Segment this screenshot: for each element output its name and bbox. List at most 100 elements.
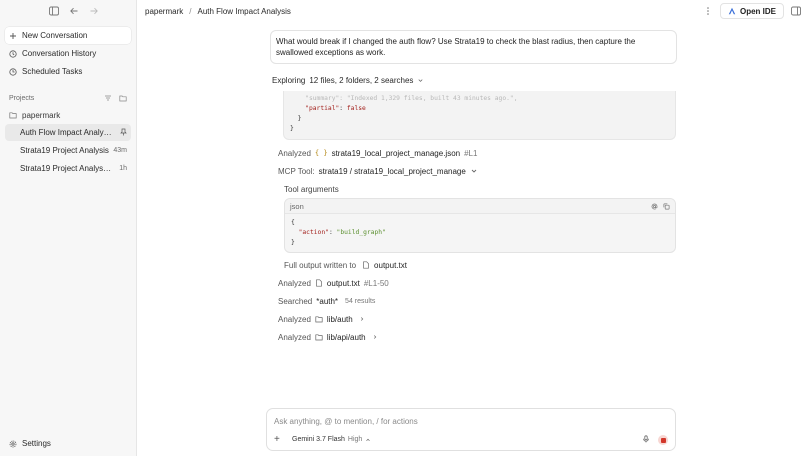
chevron-up-icon	[366, 438, 371, 441]
topbar: papermark / Auth Flow Impact Analysis Op…	[138, 0, 806, 22]
sidebar: New Conversation Conversation History Sc…	[0, 0, 137, 456]
code-language: json	[290, 201, 304, 211]
mcp-tool-name: strata19 / strata19_local_project_manage	[318, 166, 466, 176]
stop-icon	[660, 437, 666, 443]
projects-header: Projects	[9, 93, 127, 103]
project-name: papermark	[22, 110, 61, 120]
new-conversation-button[interactable]: New Conversation	[5, 27, 131, 44]
sidebar-toolbar	[0, 0, 136, 22]
code-output-block: "summary": "Indexed 1,329 files, built 4…	[283, 91, 676, 140]
analyzed-label: Analyzed	[278, 278, 311, 288]
chat-input-box[interactable]: Ask anything, @ to mention, / for action…	[266, 408, 676, 451]
analyzed-row[interactable]: Analyzed { } strata19_local_project_mana…	[278, 144, 677, 162]
main-panel: papermark / Auth Flow Impact Analysis Op…	[138, 0, 806, 456]
conversation-item[interactable]: Auth Flow Impact Analysis	[5, 124, 131, 141]
new-conversation-label: New Conversation	[22, 31, 88, 40]
breadcrumb-separator: /	[189, 6, 192, 16]
model-name: Gemini 3.7 Flash	[292, 436, 345, 443]
code-block-body: { "action": "build_graph" }	[291, 219, 386, 246]
clock-icon	[9, 67, 17, 76]
mcp-tool-row[interactable]: MCP Tool: strata19 / strata19_local_proj…	[278, 162, 677, 180]
analyzed-folder[interactable]: lib/api/auth	[327, 333, 366, 342]
folder-icon	[9, 112, 17, 119]
full-output-row[interactable]: Full output written to output.txt	[284, 256, 677, 274]
model-level: High	[347, 436, 363, 443]
exploring-label: Exploring	[272, 76, 306, 85]
scheduled-tasks-label: Scheduled Tasks	[22, 67, 83, 76]
file-icon	[363, 261, 369, 269]
history-icon	[9, 49, 17, 58]
add-attachment-icon[interactable]: +	[274, 434, 284, 445]
pin-icon[interactable]	[119, 128, 127, 138]
full-output-label: Full output written to	[284, 260, 357, 270]
analyzed-row[interactable]: Analyzed output.txt #L1-50	[278, 274, 677, 292]
exploring-detail: 12 files, 2 folders, 2 searches	[309, 76, 414, 85]
analyzed-file-ref: #L1	[464, 148, 478, 158]
breadcrumb-title: Auth Flow Impact Analysis	[197, 6, 291, 16]
conversation-time: 43m	[113, 147, 127, 154]
code-key-summary: "summary"	[305, 95, 340, 102]
settings-label: Settings	[22, 439, 51, 448]
analyzed-file[interactable]: output.txt	[327, 279, 360, 288]
code-key-partial: "partial"	[305, 105, 340, 112]
chevron-right-icon	[373, 335, 376, 339]
model-selector[interactable]: Gemini 3.7 Flash High	[292, 436, 371, 443]
filter-icon[interactable]	[104, 94, 112, 102]
conversation-title: Strata19 Project Analysis	[20, 146, 109, 155]
user-message: What would break if I changed the auth f…	[270, 30, 677, 64]
searched-row[interactable]: Searched *auth* 54 results	[278, 292, 677, 310]
copy-icon[interactable]	[663, 203, 670, 210]
exploring-row[interactable]: Exploring 12 files, 2 folders, 2 searche…	[270, 76, 677, 85]
conversation-history-label: Conversation History	[22, 49, 97, 58]
conversation-content: What would break if I changed the auth f…	[270, 30, 677, 346]
forward-arrow-icon[interactable]	[88, 5, 100, 17]
project-folder[interactable]: papermark	[0, 107, 136, 123]
searched-query: *auth*	[316, 296, 339, 306]
chevron-down-icon	[418, 79, 423, 82]
conversation-title: Auth Flow Impact Analysis	[20, 128, 112, 137]
toggle-sidebar-icon[interactable]	[48, 5, 60, 17]
chat-input-placeholder[interactable]: Ask anything, @ to mention, / for action…	[274, 417, 418, 426]
searched-label: Searched	[278, 296, 313, 306]
open-ide-label: Open IDE	[739, 6, 776, 16]
folder-icon	[315, 316, 323, 323]
at-icon[interactable]	[651, 203, 658, 210]
ide-logo-icon	[728, 7, 736, 15]
microphone-icon[interactable]	[642, 435, 650, 445]
analyzed-label: Analyzed	[278, 332, 311, 342]
scheduled-tasks-button[interactable]: Scheduled Tasks	[5, 63, 131, 80]
more-options-icon[interactable]	[702, 5, 714, 17]
json-file-icon: { }	[314, 149, 328, 157]
projects-label: Projects	[9, 94, 35, 102]
breadcrumb-project[interactable]: papermark	[145, 7, 183, 16]
searched-count: 54 results	[345, 297, 376, 305]
mcp-tool-label: MCP Tool:	[278, 166, 315, 176]
analyzed-row[interactable]: Analyzed lib/api/auth	[278, 328, 677, 346]
analyzed-row[interactable]: Analyzed lib/auth	[278, 310, 677, 328]
gear-icon	[9, 440, 17, 447]
tool-arguments-label: Tool arguments	[284, 184, 339, 194]
code-val-summary: "Indexed 1,329 files, built 43 minutes a…	[346, 95, 514, 102]
chevron-right-icon	[360, 317, 363, 321]
analyzed-label: Analyzed	[278, 314, 311, 324]
plus-icon	[10, 32, 16, 39]
stop-button[interactable]	[658, 435, 668, 445]
toggle-panel-icon[interactable]	[790, 5, 802, 17]
new-folder-icon[interactable]	[119, 94, 127, 102]
file-icon	[316, 279, 322, 287]
back-arrow-icon[interactable]	[68, 5, 80, 17]
json-val-action: "build_graph"	[336, 229, 386, 236]
open-ide-button[interactable]: Open IDE	[719, 3, 784, 19]
analyzed-folder[interactable]: lib/auth	[327, 315, 353, 324]
settings-button[interactable]: Settings	[9, 439, 51, 448]
json-key-action: "action"	[298, 229, 329, 236]
conversation-item[interactable]: Strata19 Project Analysis ... 1h	[5, 160, 131, 177]
analyzed-file-ref: #L1-50	[363, 278, 389, 288]
conversation-item[interactable]: Strata19 Project Analysis 43m	[5, 142, 131, 159]
tool-arguments-block: json { "action": "build_graph" }	[284, 198, 676, 253]
conversation-time: 1h	[119, 165, 127, 172]
full-output-file[interactable]: output.txt	[374, 261, 407, 270]
chevron-down-icon	[471, 169, 477, 173]
analyzed-file[interactable]: strata19_local_project_manage.json	[332, 149, 461, 158]
conversation-history-button[interactable]: Conversation History	[5, 45, 131, 62]
